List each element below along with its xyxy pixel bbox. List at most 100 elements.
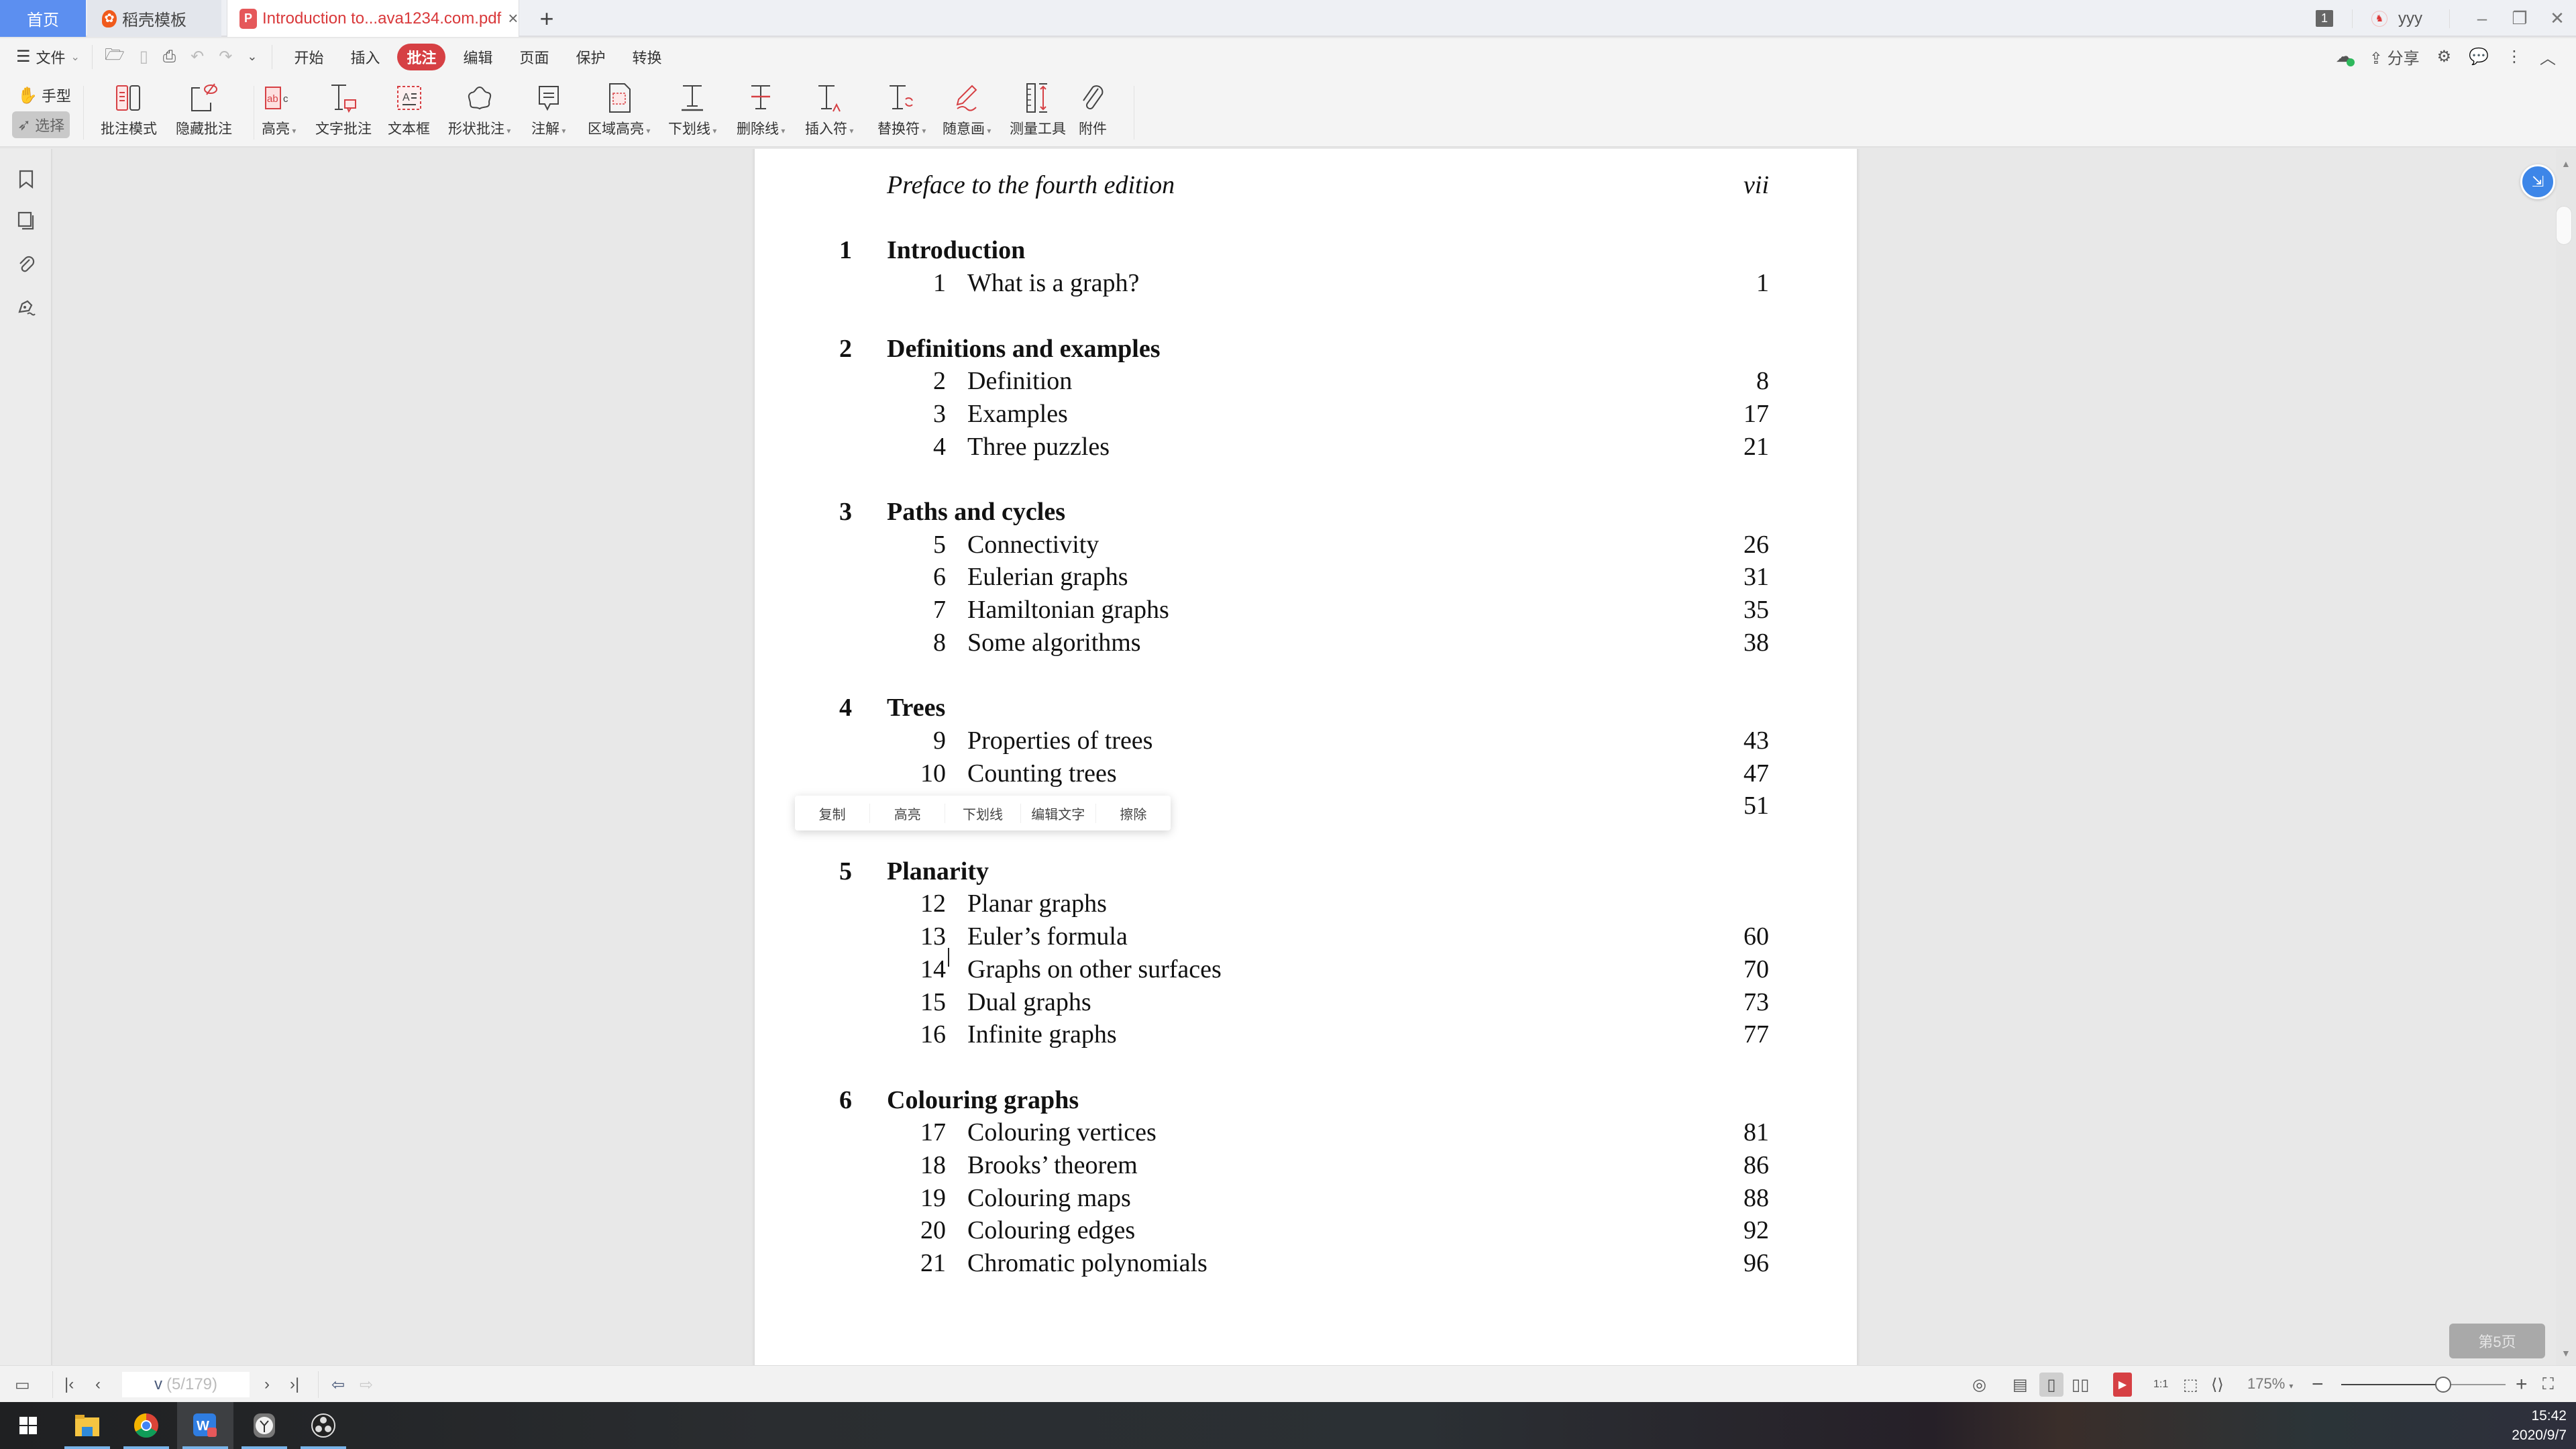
hand-tool-button[interactable]: ✋ 手型	[12, 82, 76, 109]
select-tool-button[interactable]: ➶ 选择	[12, 111, 70, 138]
toc-section[interactable]: 3 Examples 17	[755, 398, 1857, 430]
attachment-icon[interactable]	[16, 252, 36, 275]
popup-copy-button[interactable]: 复制	[795, 803, 871, 823]
zoom-slider-handle[interactable]	[2434, 1377, 2451, 1393]
eye-protection-icon[interactable]: ◎	[1972, 1373, 1986, 1397]
first-page-icon[interactable]: |‹	[64, 1373, 74, 1397]
zoom-level-select[interactable]: 175% ▾	[2247, 1375, 2293, 1393]
next-page-icon[interactable]: ›	[264, 1373, 270, 1397]
collapse-ribbon-icon[interactable]: ︿	[2540, 45, 2556, 68]
zoom-out-icon[interactable]: −	[2312, 1373, 2324, 1397]
play-slideshow-icon[interactable]: ▶	[2113, 1373, 2132, 1397]
popup-erase-button[interactable]: 擦除	[1096, 804, 1171, 823]
toc-section[interactable]: 1 What is a graph? 1	[755, 267, 1857, 299]
toc-section[interactable]: 9 Properties of trees 43	[755, 724, 1857, 757]
restore-button[interactable]: ❐	[2501, 8, 2538, 29]
popup-highlight-button[interactable]: 高亮	[870, 803, 946, 823]
zoom-in-icon[interactable]: +	[2516, 1373, 2528, 1397]
ribbon-button-text-box[interactable]: A 文本框	[388, 80, 430, 138]
toc-section[interactable]: 7 Hamiltonian graphs 35	[755, 594, 1857, 626]
actual-size-icon[interactable]: 1:1	[2153, 1373, 2168, 1397]
signature-pen-icon[interactable]	[16, 295, 36, 318]
previous-page-icon[interactable]: ‹	[95, 1373, 101, 1397]
print-icon[interactable]: ⎙	[163, 48, 176, 66]
ribbon-button-highlight[interactable]: ab c 高亮 ▾	[262, 80, 296, 138]
tab-template[interactable]: ✿ 稻壳模板	[87, 0, 221, 37]
hamburger-icon[interactable]: ☰	[16, 47, 31, 66]
close-window-button[interactable]: ✕	[2538, 8, 2576, 29]
toc-section[interactable]: 2 Definition 8	[755, 365, 1857, 397]
ribbon-button-measure[interactable]: 测量工具	[1010, 80, 1066, 138]
pdf-page[interactable]: Preface to the fourth edition vii 1 Introdu…	[755, 149, 1857, 1365]
ribbon-button-note[interactable]: 注解 ▾	[531, 80, 566, 138]
menu-annotate[interactable]: 批注	[397, 43, 446, 70]
user-name[interactable]: yyy	[2398, 9, 2422, 28]
forward-view-icon[interactable]: ⇨	[360, 1373, 373, 1397]
two-page-icon[interactable]: ▯▯	[2072, 1373, 2089, 1397]
toc-chapter[interactable]: 1 Introduction	[755, 234, 1857, 266]
dropdown-caret-icon[interactable]: ▾	[710, 126, 716, 136]
toc-section[interactable]: 15 Dual graphs 73	[755, 986, 1857, 1018]
menu-insert[interactable]: 插入	[341, 44, 389, 70]
system-clock[interactable]: 15:42 2020/9/7	[2512, 1406, 2567, 1445]
close-tab-icon[interactable]: ×	[508, 8, 518, 29]
scrollbar-thumb[interactable]	[2556, 206, 2572, 245]
menu-protect[interactable]: 保护	[567, 44, 615, 70]
fullscreen-icon[interactable]: ⛶	[2542, 1373, 2554, 1397]
back-view-icon[interactable]: ⇦	[331, 1373, 345, 1397]
dropdown-caret-icon[interactable]: ▾	[559, 126, 566, 136]
toc-section[interactable]: 4 Three puzzles 21	[755, 431, 1857, 463]
tab-home[interactable]: 首页	[0, 0, 86, 37]
toc-section[interactable]: 6 Eulerian graphs 31	[755, 561, 1857, 593]
ribbon-button-freehand-pen[interactable]: 随意画 ▾	[943, 80, 991, 138]
ribbon-button-shape-annotation[interactable]: 形状批注 ▾	[448, 80, 511, 138]
toc-chapter[interactable]: 2 Definitions and examples	[755, 333, 1857, 365]
cloud-sync-icon[interactable]: ☁	[2336, 47, 2355, 66]
toc-section[interactable]: 12 Planar graphs	[755, 888, 1857, 920]
user-avatar[interactable]: ♞	[2371, 10, 2387, 27]
menu-edit[interactable]: 编辑	[453, 44, 502, 70]
toc-chapter[interactable]: 6 Colouring graphs	[755, 1084, 1857, 1116]
toc-preface[interactable]: Preface to the fourth edition vii	[755, 169, 1857, 201]
single-page-icon[interactable]: ▯	[2039, 1373, 2063, 1397]
share-button[interactable]: ⇪ 分享	[2369, 45, 2420, 68]
fit-page-icon[interactable]: ⬚	[2183, 1373, 2198, 1397]
dropdown-caret-icon[interactable]: ▾	[920, 126, 926, 136]
ribbon-button-annotation-mode[interactable]: 批注模式	[101, 80, 157, 138]
fit-width-icon[interactable]: ⟨⟩	[2211, 1373, 2224, 1397]
last-page-icon[interactable]: ›|	[290, 1373, 299, 1397]
window-count-badge[interactable]: 1	[2315, 10, 2333, 27]
undo-icon[interactable]: ↶	[191, 47, 204, 66]
bookmark-icon[interactable]	[16, 168, 36, 191]
toc-section[interactable]: 21 Chromatic polynomials 96	[755, 1247, 1857, 1279]
toc-chapter[interactable]: 3 Paths and cycles	[755, 496, 1857, 528]
ribbon-button-text-comment[interactable]: 文字批注	[315, 80, 372, 138]
minimize-button[interactable]: –	[2463, 8, 2501, 29]
taskbar-file-explorer[interactable]	[59, 1402, 115, 1449]
zoom-slider[interactable]	[2341, 1377, 2506, 1393]
dropdown-caret-icon[interactable]: ▾	[290, 126, 296, 136]
open-folder-icon[interactable]: 🗁	[105, 43, 125, 70]
dropdown-caret-icon[interactable]: ▾	[779, 126, 785, 136]
toc-section[interactable]: 18 Brooks’ theorem 86	[755, 1149, 1857, 1181]
continuous-page-icon[interactable]: ▤	[2012, 1373, 2028, 1397]
toc-section[interactable]: 10 Counting trees 47	[755, 757, 1857, 790]
taskbar-obs-studio[interactable]	[295, 1402, 352, 1449]
redo-icon[interactable]: ↷	[219, 47, 232, 66]
ribbon-button-strikethrough[interactable]: 删除线 ▾	[737, 80, 785, 138]
taskbar-chrome[interactable]	[118, 1402, 174, 1449]
tab-document[interactable]: P Introduction to...ava1234.com.pdf ×	[227, 0, 519, 37]
popup-edit-text-button[interactable]: 编辑文字	[1021, 803, 1096, 823]
scroll-down-arrow-icon[interactable]: ▼	[2561, 1348, 2571, 1358]
new-tab-button[interactable]: +	[530, 0, 564, 37]
dropdown-caret-icon[interactable]: ▾	[644, 126, 650, 136]
menu-convert[interactable]: 转换	[623, 44, 672, 70]
ribbon-button-hide-annotation[interactable]: 隐藏批注	[176, 80, 232, 138]
toc-section[interactable]: 13 Euler’s formula 60	[755, 920, 1857, 953]
taskbar-alarm-clock[interactable]	[236, 1402, 292, 1449]
toc-section[interactable]: 19 Colouring maps 88	[755, 1182, 1857, 1214]
toc-section[interactable]: 20 Colouring edges 92	[755, 1214, 1857, 1246]
document-viewport[interactable]: Preface to the fourth edition vii 1 Introdu…	[54, 149, 2556, 1365]
ribbon-button-attachment[interactable]: 附件	[1079, 80, 1107, 138]
toc-chapter[interactable]: 5 Planarity	[755, 855, 1857, 888]
